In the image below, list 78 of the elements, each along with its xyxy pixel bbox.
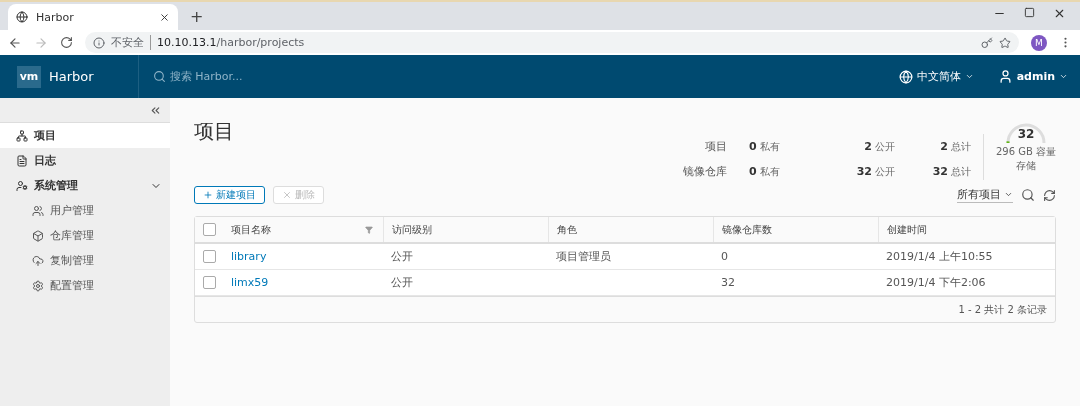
settings-icon — [32, 279, 44, 292]
reload-icon[interactable] — [60, 36, 73, 49]
stat-value: 2 总计 — [939, 140, 971, 154]
sidebar-item[interactable]: 仓库管理 — [0, 223, 170, 248]
storage-capacity: 296 GB 容量 — [995, 145, 1057, 159]
url-text: 10.10.13.1/harbor/projects — [157, 36, 305, 49]
storage-value: 32 — [1017, 127, 1035, 141]
sidebar-item[interactable]: 配置管理 — [0, 273, 170, 298]
sidebar-item[interactable]: 日志 — [0, 148, 170, 173]
search-icon[interactable] — [1021, 188, 1035, 202]
column-header[interactable]: 镜像仓库数 — [713, 217, 878, 242]
table-cell-text: 2019/1/4 上午10:55 — [885, 249, 994, 264]
star-icon[interactable] — [999, 36, 1011, 49]
language-menu[interactable]: 中文简体 — [898, 69, 974, 84]
profile-avatar[interactable]: M — [1031, 34, 1047, 51]
key-icon[interactable] — [981, 36, 993, 49]
maximize-icon[interactable] — [1024, 7, 1035, 18]
stat-value: 0 私有 — [749, 165, 781, 179]
table-cell-text: 项目管理员 — [555, 249, 612, 264]
checkbox[interactable] — [203, 223, 216, 236]
table-cell-text: 公开 — [390, 249, 414, 264]
pagination-text: 1 - 2 共计 2 条记录 — [958, 302, 1047, 317]
table-cell-text: 公开 — [390, 275, 414, 290]
cloud-icon — [32, 254, 44, 267]
table-cell-text: 0 — [720, 250, 729, 263]
storage-gauge — [1004, 121, 1048, 145]
search-icon — [152, 70, 166, 83]
user-menu[interactable]: admin — [997, 69, 1068, 84]
new-tab-button[interactable]: + — [190, 7, 204, 26]
column-header[interactable]: 项目名称 — [223, 217, 383, 242]
column-header[interactable]: 访问级别 — [383, 217, 548, 242]
table-cell-text: 2019/1/4 下午2:06 — [885, 275, 987, 290]
back-icon[interactable] — [8, 35, 22, 50]
checkbox[interactable] — [203, 250, 216, 263]
user-icon — [997, 69, 1013, 84]
info-icon — [93, 36, 105, 49]
page-title: 项目 — [194, 118, 234, 145]
filter-dropdown[interactable]: 所有项目 — [957, 187, 1013, 203]
column-header[interactable]: 创建时间 — [878, 217, 1055, 242]
stat-label: 项目 — [704, 139, 728, 154]
refresh-icon[interactable] — [1043, 188, 1056, 202]
toolbar-button[interactable]: 新建项目 — [194, 186, 265, 204]
stat-value: 0 私有 — [749, 140, 781, 154]
column-header[interactable]: 角色 — [548, 217, 713, 242]
address-field[interactable]: 不安全 10.10.13.1/harbor/projects — [85, 32, 1019, 53]
security-label: 不安全 — [111, 35, 151, 50]
close-icon — [282, 190, 292, 200]
sidebar-item[interactable]: 系统管理 — [0, 173, 170, 198]
stat-value: 32 公开 — [855, 165, 895, 179]
caret-icon — [964, 72, 974, 81]
user-gear-icon — [16, 179, 28, 192]
storage-label: 存储 — [1016, 159, 1036, 173]
caret-icon — [1004, 190, 1013, 199]
globe-icon — [898, 69, 913, 84]
stat-label: 镜像仓库 — [683, 164, 728, 179]
filter-icon[interactable] — [365, 225, 373, 234]
hierarchy-icon — [16, 129, 28, 142]
cube-icon — [32, 229, 44, 242]
close-icon[interactable] — [159, 11, 170, 23]
caret-icon — [1059, 72, 1068, 81]
browser-tab[interactable]: Harbor — [8, 4, 178, 30]
stat-value: 32 总计 — [931, 165, 971, 179]
project-link[interactable]: library — [223, 250, 383, 263]
sidebar-item[interactable]: 项目 — [0, 123, 170, 148]
plus-icon — [203, 190, 213, 200]
globe-icon — [16, 11, 28, 23]
document-icon — [16, 154, 28, 167]
table-cell-text: 32 — [720, 276, 736, 289]
logo: vm — [17, 65, 41, 88]
tab-title: Harbor — [36, 10, 74, 24]
project-link[interactable]: limx59 — [223, 276, 383, 289]
users-icon — [32, 204, 44, 217]
sidebar-item[interactable]: 复制管理 — [0, 248, 170, 273]
close-icon[interactable] — [1053, 7, 1066, 20]
brand-name: Harbor — [49, 69, 94, 84]
checkbox[interactable] — [203, 276, 216, 289]
stat-value: 2 公开 — [863, 140, 895, 154]
sidebar-item[interactable]: 用户管理 — [0, 198, 170, 223]
